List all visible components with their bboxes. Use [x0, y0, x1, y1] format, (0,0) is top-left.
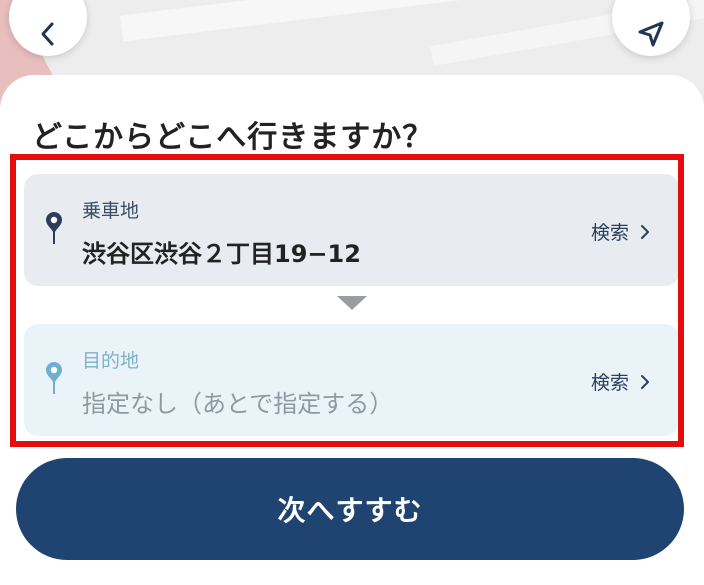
next-button[interactable]: 次へすすむ	[16, 458, 684, 560]
navigation-arrow-icon	[638, 21, 664, 47]
chevron-left-icon	[41, 22, 54, 46]
map-road	[119, 0, 541, 42]
highlight-frame	[10, 154, 684, 447]
page-title: どこからどこへ行きますか？	[32, 120, 434, 155]
